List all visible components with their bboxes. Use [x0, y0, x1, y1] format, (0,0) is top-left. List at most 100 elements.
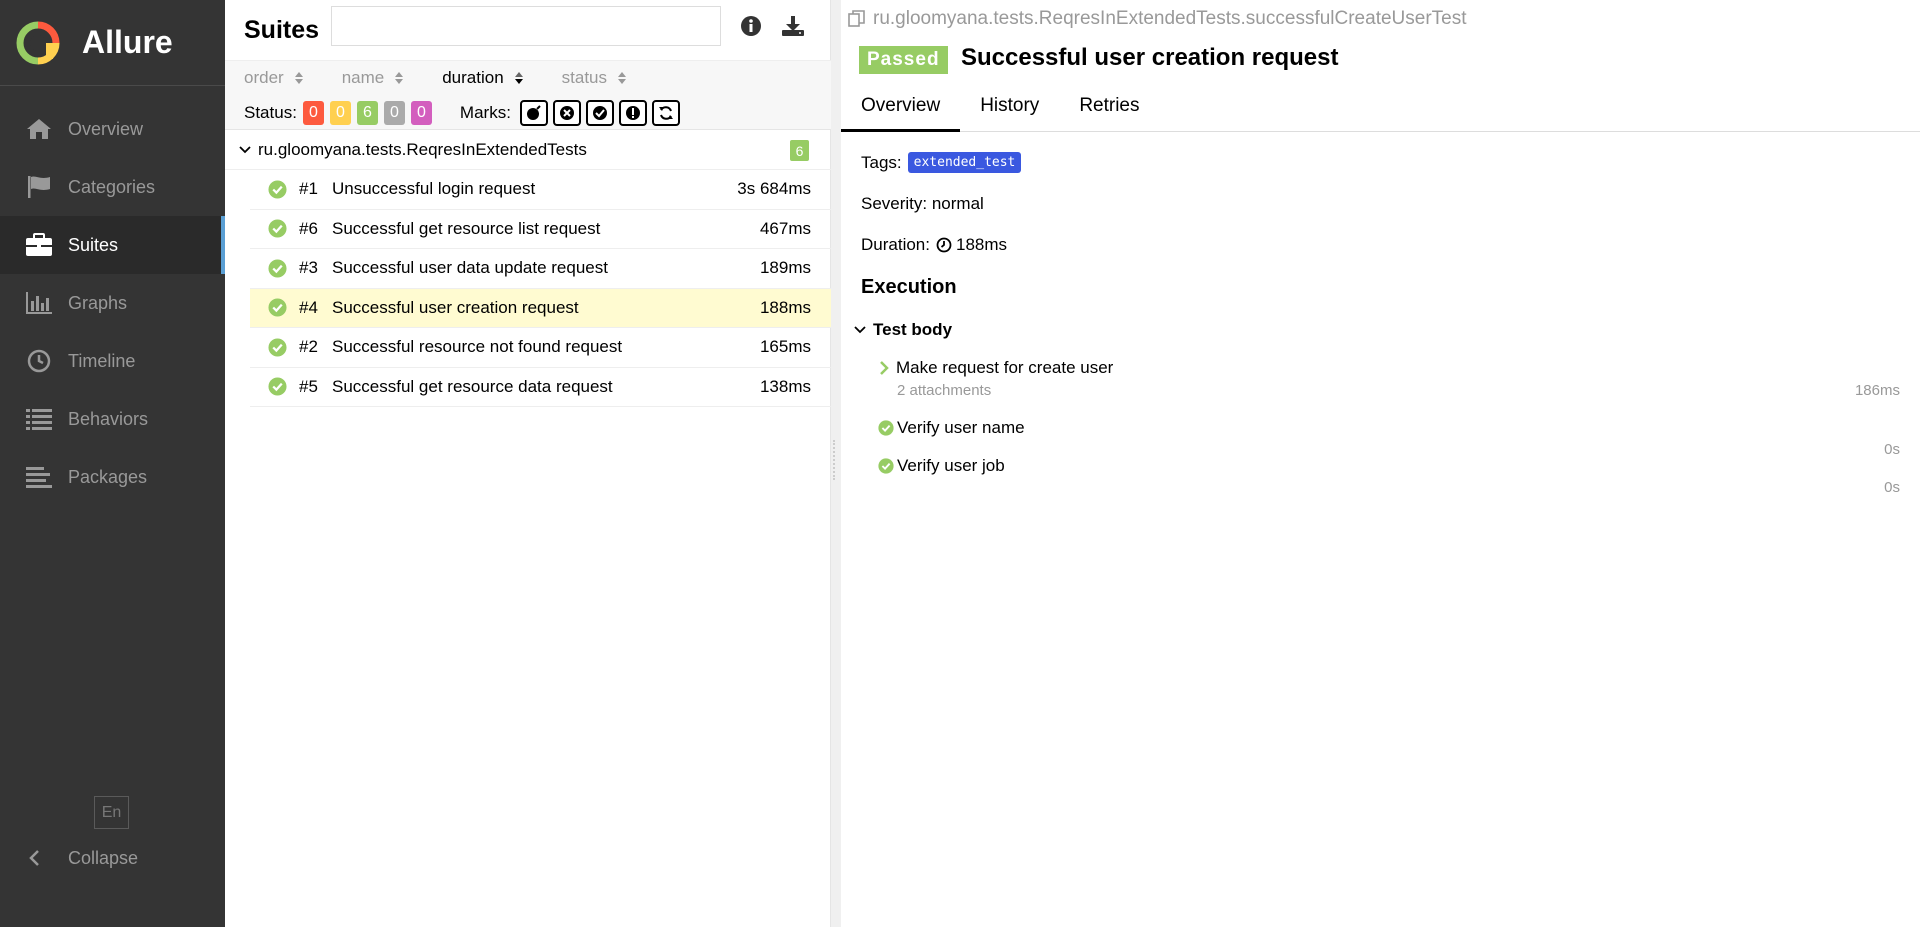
new-failed-mark-icon[interactable] — [552, 100, 581, 126]
step-name: Make request for create user — [896, 358, 1114, 377]
briefcase-icon — [24, 232, 54, 258]
status-skipped-badge[interactable]: 0 — [383, 101, 405, 125]
sort-order[interactable]: order — [244, 68, 304, 88]
sidebar-item-suites[interactable]: Suites — [0, 216, 225, 274]
status-passed-badge[interactable]: 6 — [356, 101, 378, 125]
test-duration: 188ms — [759, 297, 811, 317]
severity-line: Severity: normal — [861, 194, 984, 213]
sidebar-item-overview[interactable]: Overview — [0, 100, 225, 158]
sidebar-item-label: Graphs — [68, 292, 128, 313]
tab-retries[interactable]: Retries — [1059, 85, 1159, 132]
tab-overview[interactable]: Overview — [841, 85, 961, 132]
sidebar-item-label: Categories — [68, 176, 156, 197]
clock-icon — [24, 348, 54, 374]
copy-icon[interactable] — [847, 9, 867, 29]
allure-logo-icon — [16, 21, 60, 65]
sort-status[interactable]: status — [562, 68, 627, 88]
collapse-button[interactable]: Collapse — [24, 838, 138, 878]
retries-mark-icon[interactable] — [651, 100, 680, 126]
chevron-down-icon — [854, 326, 866, 334]
status-failed-badge[interactable]: 0 — [302, 101, 324, 125]
sort-row: order name duration status — [244, 68, 665, 88]
step-attachments[interactable]: 2 attachments — [897, 382, 991, 399]
sidebar-item-label: Timeline — [68, 350, 136, 371]
test-row[interactable]: #5 Successful get resource data request … — [250, 368, 831, 407]
passed-status-icon — [268, 377, 287, 396]
brand-name: Allure — [82, 24, 173, 60]
sidebar-item-packages[interactable]: Packages — [0, 448, 225, 506]
status-badge: Passed — [859, 46, 948, 74]
suite-group-header[interactable]: ru.gloomyana.tests.ReqresInExtendedTests… — [225, 130, 831, 170]
chevron-left-icon — [24, 845, 44, 871]
passed-status-icon — [268, 338, 287, 357]
status-broken-badge[interactable]: 0 — [329, 101, 351, 125]
test-number: #1 — [299, 179, 318, 199]
sort-name-label: name — [341, 68, 385, 87]
step-duration: 0s — [1884, 441, 1900, 458]
test-row[interactable]: #3 Successful user data update request 1… — [250, 249, 831, 289]
test-number: #2 — [299, 337, 318, 357]
test-row-selected[interactable]: #4 Successful user creation request 188m… — [250, 288, 831, 328]
suite-group-count: 6 — [790, 140, 809, 161]
test-name: Successful resource not found request — [332, 337, 623, 357]
language-switcher[interactable]: En — [94, 796, 129, 829]
sidebar-item-label: Overview — [68, 118, 144, 139]
test-number: #3 — [299, 258, 318, 278]
step-verify-name[interactable]: Verify user name — [878, 418, 1025, 438]
step-duration: 0s — [1884, 479, 1900, 496]
tab-history[interactable]: History — [960, 85, 1059, 132]
step-make-request[interactable]: Make request for create user — [878, 358, 1113, 378]
suites-pane: Suites order name duration status Status… — [225, 0, 831, 927]
sort-duration-label: duration — [442, 68, 504, 87]
test-duration: 165ms — [759, 337, 811, 357]
test-title: Successful user creation request — [961, 44, 1339, 71]
brand[interactable]: Allure — [0, 0, 225, 86]
sidebar-item-timeline[interactable]: Timeline — [0, 332, 225, 390]
flag-icon — [24, 174, 54, 200]
status-unknown-badge[interactable]: 0 — [410, 101, 432, 125]
duration-label: Duration: — [861, 235, 930, 254]
step-verify-job[interactable]: Verify user job — [878, 456, 1005, 476]
test-row[interactable]: #2 Successful resource not found request… — [250, 328, 831, 368]
tag-badge: extended_test — [907, 152, 1022, 173]
sidebar-item-graphs[interactable]: Graphs — [0, 274, 225, 332]
step-name: Verify user name — [897, 418, 1025, 437]
align-left-icon — [24, 464, 54, 490]
test-duration: 467ms — [759, 218, 811, 238]
flaky-mark-icon[interactable] — [519, 100, 548, 126]
test-duration: 138ms — [759, 376, 811, 396]
sidebar: Allure Overview Categories Suites Graphs… — [0, 0, 225, 927]
status-label: Status: — [244, 103, 297, 122]
test-name: Successful user creation request — [332, 297, 579, 317]
passed-status-icon — [878, 420, 894, 436]
tree-toolbar: order name duration status Status: 0 0 6… — [225, 60, 831, 130]
suite-group: ru.gloomyana.tests.ReqresInExtendedTests… — [225, 130, 831, 407]
download-icon[interactable] — [779, 12, 807, 40]
marks-label: Marks: — [459, 103, 511, 122]
collapse-label: Collapse — [68, 847, 139, 868]
passed-status-icon — [268, 298, 287, 317]
sidebar-item-label: Suites — [68, 234, 119, 255]
search-input[interactable] — [331, 6, 721, 46]
sidebar-item-categories[interactable]: Categories — [0, 158, 225, 216]
step-duration: 186ms — [1854, 382, 1900, 399]
execution-title: Execution — [861, 276, 957, 298]
test-row[interactable]: #6 Successful get resource list request … — [250, 210, 831, 249]
detail-tabs: Overview History Retries — [841, 85, 1920, 132]
test-body-toggle[interactable]: Test body — [853, 320, 952, 340]
sort-name[interactable]: name — [342, 68, 405, 88]
test-number: #5 — [299, 376, 318, 396]
splitter-grip-icon[interactable] — [833, 440, 837, 480]
test-row[interactable]: #1 Unsuccessful login request 3s 684ms — [250, 170, 831, 210]
new-passed-mark-icon[interactable] — [585, 100, 614, 126]
list-icon — [24, 406, 54, 432]
new-broken-mark-icon[interactable] — [618, 100, 647, 126]
sidebar-item-behaviors[interactable]: Behaviors — [0, 390, 225, 448]
clock-icon — [936, 237, 952, 253]
test-duration: 3s 684ms — [737, 179, 811, 199]
sort-icon — [618, 72, 627, 84]
sort-status-label: status — [561, 68, 608, 87]
info-icon[interactable] — [737, 12, 765, 40]
sort-duration[interactable]: duration — [442, 68, 523, 88]
duration-value: 188ms — [955, 235, 1008, 254]
